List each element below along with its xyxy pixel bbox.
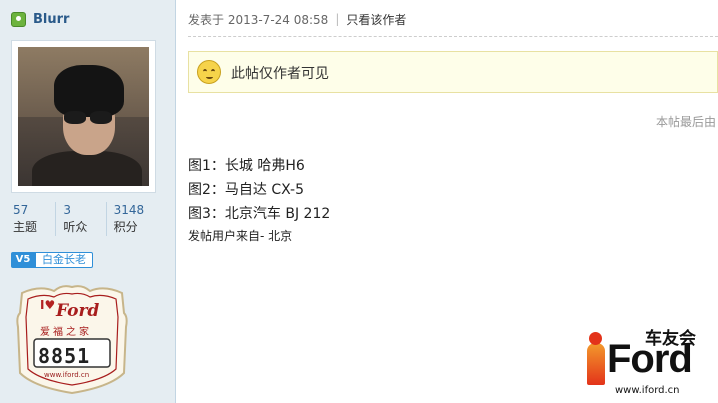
meta-divider-line	[188, 36, 718, 37]
stat-topics[interactable]: 57 主题	[11, 202, 55, 236]
iford-i-logo-icon	[587, 332, 605, 385]
meta-divider: |	[335, 12, 340, 26]
user-level-badge[interactable]: V5 白金长老	[11, 251, 93, 268]
post-line: 图3：北京汽车 BJ 212	[188, 206, 331, 222]
level-title[interactable]: 白金长老	[35, 251, 93, 268]
medal-subtitle: 爱福之家	[40, 327, 92, 338]
watermark-brand: Ford	[607, 337, 693, 381]
level-icon: V5	[11, 251, 35, 268]
post-body: 图1：长城 哈弗H6 图2：马自达 CX-5 图3：北京汽车 BJ 212 发帖…	[188, 154, 330, 246]
stat-label: 积分	[113, 220, 138, 234]
author-name-link[interactable]: Blurr	[33, 12, 69, 27]
author-only-notice: 此帖仅作者可见	[188, 51, 718, 93]
ford-club-medal: I♥ Ford 爱福之家 8851 www.iford.cn	[10, 283, 134, 395]
stat-followers[interactable]: 3 听众	[55, 202, 105, 236]
post-meta: 发表于 2013-7-24 08:58 | 只看该作者	[188, 11, 406, 27]
author-name-row: Blurr	[11, 10, 69, 28]
stat-points[interactable]: 3148 积分	[105, 202, 156, 236]
author-sidebar: Blurr 57 主题 3 听众 3148 积分 V5 白金长老 I♥ Ford…	[0, 0, 176, 403]
stat-label: 听众	[63, 220, 88, 234]
view-author-only-link[interactable]: 只看该作者	[346, 11, 406, 28]
stat-value[interactable]: 3148	[114, 202, 156, 218]
stat-label: 主题	[13, 220, 38, 234]
post-origin: 发帖用户来自- 北京	[188, 229, 293, 243]
forum-post: Blurr 57 主题 3 听众 3148 积分 V5 白金长老 I♥ Ford…	[0, 0, 718, 403]
notice-text: 此帖仅作者可见	[231, 66, 329, 82]
stat-value[interactable]: 3	[63, 202, 105, 218]
medal-brand: Ford	[56, 301, 100, 321]
post-line: 图1：长城 哈弗H6	[188, 158, 305, 174]
medal-heart-icon: I♥	[40, 298, 56, 312]
post-line: 图2：马自达 CX-5	[188, 182, 304, 198]
post-date: 发表于 2013-7-24 08:58	[188, 12, 329, 27]
last-edit-note: 本帖最后由	[656, 115, 717, 129]
avatar[interactable]	[11, 40, 156, 193]
watermark-url: www.iford.cn	[615, 385, 680, 396]
iford-watermark: 车友会 Ford www.iford.cn	[585, 324, 718, 403]
avatar-image	[18, 47, 149, 186]
stat-value[interactable]: 57	[13, 202, 55, 218]
smiley-icon	[197, 60, 221, 84]
author-stats: 57 主题 3 听众 3148 积分	[11, 202, 156, 236]
user-online-icon	[11, 11, 26, 27]
medal-number: 8851	[38, 344, 91, 368]
medal-url: www.iford.cn	[44, 371, 90, 379]
